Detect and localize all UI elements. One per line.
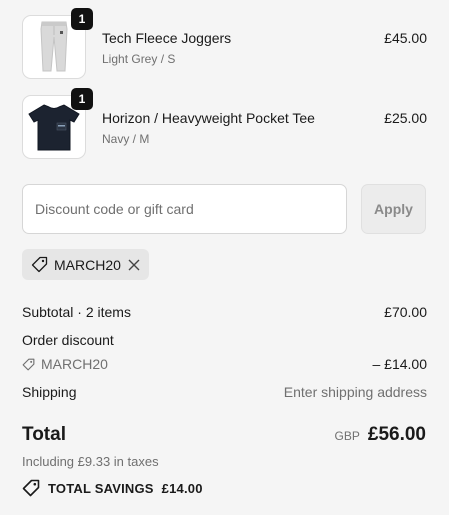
shipping-value: Enter shipping address bbox=[283, 384, 427, 400]
total-amount: GBP £56.00 bbox=[335, 424, 426, 446]
applied-discount-chip: MARCH20 bbox=[22, 249, 149, 280]
subtotal-label: Subtotal · 2 items bbox=[22, 304, 131, 320]
tag-icon bbox=[22, 358, 35, 370]
applied-code-label: MARCH20 bbox=[54, 256, 121, 273]
apply-button[interactable]: Apply bbox=[361, 184, 426, 234]
line-item: 1 Tech Fleece Joggers Light Grey / S £45… bbox=[22, 8, 427, 79]
discount-code-row: MARCH20 – £14.00 bbox=[22, 356, 427, 372]
savings-tag-icon bbox=[22, 479, 40, 497]
discount-value: – £14.00 bbox=[372, 356, 428, 372]
item-variant: Navy / M bbox=[102, 132, 150, 146]
discount-code-input[interactable] bbox=[22, 184, 347, 234]
quantity-badge: 1 bbox=[71, 8, 93, 30]
quantity-badge: 1 bbox=[71, 88, 93, 110]
subtotal-value: £70.00 bbox=[384, 304, 427, 320]
item-price: £25.00 bbox=[384, 110, 427, 126]
remove-code-icon[interactable] bbox=[128, 259, 140, 271]
total-savings: TOTAL SAVINGS £14.00 bbox=[22, 479, 203, 497]
item-name: Horizon / Heavyweight Pocket Tee bbox=[102, 110, 315, 126]
line-item: 1 Horizon / Heavyweight Pocket Tee Navy … bbox=[22, 88, 427, 159]
item-name: Tech Fleece Joggers bbox=[102, 30, 232, 46]
total-value: £56.00 bbox=[367, 424, 426, 445]
savings-label: TOTAL SAVINGS bbox=[48, 480, 154, 496]
item-variant: Light Grey / S bbox=[102, 52, 176, 66]
shipping-row: Shipping Enter shipping address bbox=[22, 384, 427, 400]
currency-code: GBP bbox=[334, 429, 360, 443]
shipping-label: Shipping bbox=[22, 384, 77, 400]
subtotal-row: Subtotal · 2 items £70.00 bbox=[22, 304, 427, 320]
discount-code-label: MARCH20 bbox=[41, 356, 108, 372]
savings-amount: £14.00 bbox=[161, 480, 203, 496]
order-discount-row: Order discount bbox=[22, 332, 427, 348]
tax-note: Including £9.33 in taxes bbox=[22, 454, 159, 469]
total-label: Total bbox=[22, 424, 66, 445]
order-discount-label: Order discount bbox=[22, 332, 114, 348]
product-thumbnail: 1 bbox=[22, 8, 93, 79]
product-thumbnail: 1 bbox=[22, 88, 93, 159]
tag-icon bbox=[31, 256, 48, 273]
item-price: £45.00 bbox=[384, 30, 427, 46]
